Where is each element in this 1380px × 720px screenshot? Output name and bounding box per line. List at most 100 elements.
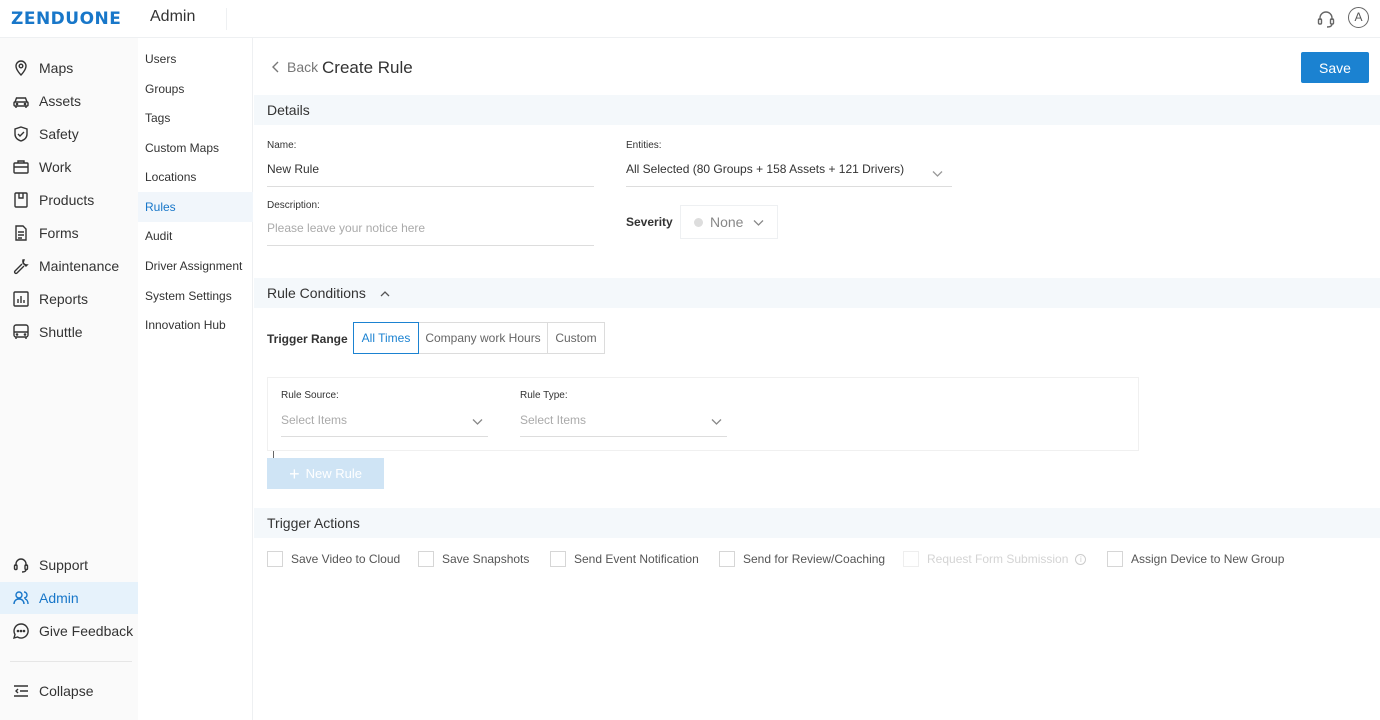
- rule-source-select[interactable]: Select Items: [281, 413, 347, 427]
- nav-item-forms[interactable]: Forms: [0, 217, 138, 249]
- trigger-option-all-times[interactable]: All Times: [353, 322, 419, 354]
- nav-item-assets[interactable]: Assets: [0, 85, 138, 117]
- app-title: Admin: [150, 8, 196, 25]
- nav-item-maps[interactable]: Maps: [0, 52, 138, 84]
- nav-label: Products: [39, 192, 95, 208]
- collapse-button[interactable]: Collapse: [0, 675, 138, 707]
- headset-icon[interactable]: [1316, 9, 1336, 29]
- action-save-video-to-cloud[interactable]: Save Video to Cloud: [267, 551, 400, 567]
- nav-item-give-feedback[interactable]: Give Feedback: [0, 615, 138, 647]
- rule-condition-box: Rule Source: Select Items Rule Type: Sel…: [267, 377, 1139, 451]
- main-content: Back Create Rule Save Details Name: New …: [254, 38, 1380, 720]
- nav-item-support[interactable]: Support: [0, 549, 138, 581]
- checkbox[interactable]: [418, 551, 434, 567]
- subnav-item-driver-assignment[interactable]: Driver Assignment: [138, 251, 253, 281]
- trigger-actions-section-header: Trigger Actions: [254, 508, 1380, 538]
- trigger-option-custom[interactable]: Custom: [547, 322, 605, 354]
- nav-label: Support: [39, 557, 89, 573]
- subnav-item-rules[interactable]: Rules: [138, 192, 253, 222]
- action-label: Request Form Submission: [927, 552, 1069, 566]
- action-assign-device-to-new-group[interactable]: Assign Device to New Group: [1107, 551, 1284, 567]
- collapse-label: Collapse: [39, 683, 94, 699]
- action-save-snapshots[interactable]: Save Snapshots: [418, 551, 529, 567]
- subnav-item-groups[interactable]: Groups: [138, 74, 253, 104]
- details-section-header: Details: [254, 95, 1380, 125]
- chevron-left-icon: [272, 61, 279, 73]
- section-title: Rule Conditions: [267, 285, 366, 301]
- nav-item-reports[interactable]: Reports: [0, 283, 138, 315]
- nav-label: Admin: [39, 590, 79, 606]
- action-label: Send Event Notification: [574, 552, 699, 566]
- chevron-up-icon[interactable]: [380, 289, 390, 299]
- action-send-event-notification[interactable]: Send Event Notification: [550, 551, 699, 567]
- subnav-item-tags[interactable]: Tags: [138, 103, 253, 133]
- severity-select[interactable]: None: [680, 205, 778, 239]
- subnav-item-system-settings[interactable]: System Settings: [138, 281, 253, 311]
- bus-icon: [13, 324, 29, 339]
- map-pin-icon: [15, 60, 27, 76]
- page-title: Create Rule: [322, 58, 413, 77]
- divider: [10, 661, 132, 662]
- action-label: Save Snapshots: [442, 552, 530, 566]
- zenduone-logo[interactable]: ZENDUONE: [11, 9, 121, 29]
- new-rule-button[interactable]: + New Rule: [267, 458, 384, 489]
- rule-type-select[interactable]: Select Items: [520, 413, 586, 427]
- checkbox: [903, 551, 919, 567]
- nav-item-safety[interactable]: Safety: [0, 118, 138, 150]
- new-rule-label: New Rule: [305, 466, 362, 481]
- nav-item-admin[interactable]: Admin: [0, 582, 138, 614]
- checkbox[interactable]: [267, 551, 283, 567]
- rule-source-label: Rule Source:: [281, 390, 339, 401]
- action-send-for-review-coaching[interactable]: Send for Review/Coaching: [719, 551, 885, 567]
- nav-item-products[interactable]: Products: [0, 184, 138, 216]
- checkbox[interactable]: [1107, 551, 1123, 567]
- nav-label: Forms: [39, 225, 79, 241]
- save-button[interactable]: Save: [1301, 52, 1369, 83]
- severity-label: Severity: [626, 215, 673, 229]
- description-input[interactable]: Please leave your notice here: [267, 221, 425, 235]
- info-icon[interactable]: i: [1075, 553, 1087, 565]
- nav-label: Safety: [39, 126, 79, 142]
- checkbox[interactable]: [550, 551, 566, 567]
- nav-label: Work: [39, 159, 72, 175]
- divider: [226, 8, 227, 30]
- description-label: Description:: [267, 200, 320, 211]
- subnav-item-innovation-hub[interactable]: Innovation Hub: [138, 310, 253, 340]
- rule-type-label: Rule Type:: [520, 390, 568, 401]
- subnav-item-custom-maps[interactable]: Custom Maps: [138, 133, 253, 163]
- section-title: Details: [267, 102, 310, 118]
- subnav-item-audit[interactable]: Audit: [138, 221, 253, 251]
- plus-icon: +: [289, 463, 300, 484]
- chevron-down-icon[interactable]: [711, 416, 722, 427]
- trigger-option-company-work-hours[interactable]: Company work Hours: [418, 322, 548, 354]
- document-icon: [15, 225, 27, 241]
- headset-icon: [13, 558, 29, 573]
- action-label: Assign Device to New Group: [1131, 552, 1285, 566]
- account-avatar-icon[interactable]: A: [1348, 7, 1369, 28]
- name-input[interactable]: New Rule: [267, 162, 319, 176]
- shield-icon: [14, 126, 28, 142]
- subnav-item-locations[interactable]: Locations: [138, 162, 253, 192]
- entities-select[interactable]: All Selected (80 Groups + 158 Assets + 1…: [626, 162, 904, 176]
- main-sidebar: Maps Assets Safety Work Products Forms M…: [0, 38, 138, 720]
- action-request-form-submission: Request Form Submission i: [903, 551, 1087, 567]
- entities-label: Entities:: [626, 140, 662, 151]
- description-underline: [267, 245, 594, 246]
- bar-chart-icon: [13, 291, 29, 307]
- nav-label: Maps: [39, 60, 74, 76]
- entities-underline: [626, 186, 952, 187]
- rule-source-underline: [281, 436, 488, 437]
- subnav-item-users[interactable]: Users: [138, 44, 253, 74]
- admin-subnav: Users Groups Tags Custom Maps Locations …: [138, 38, 253, 720]
- nav-item-work[interactable]: Work: [0, 151, 138, 183]
- nav-item-maintenance[interactable]: Maintenance: [0, 250, 138, 282]
- chevron-down-icon[interactable]: [472, 416, 483, 427]
- rule-conditions-section-header[interactable]: Rule Conditions: [254, 278, 1380, 308]
- car-icon: [13, 97, 29, 108]
- name-underline: [267, 186, 594, 187]
- chevron-down-icon[interactable]: [932, 168, 943, 179]
- checkbox[interactable]: [719, 551, 735, 567]
- users-icon: [13, 591, 29, 605]
- back-button[interactable]: Back: [270, 59, 318, 75]
- nav-item-shuttle[interactable]: Shuttle: [0, 316, 138, 348]
